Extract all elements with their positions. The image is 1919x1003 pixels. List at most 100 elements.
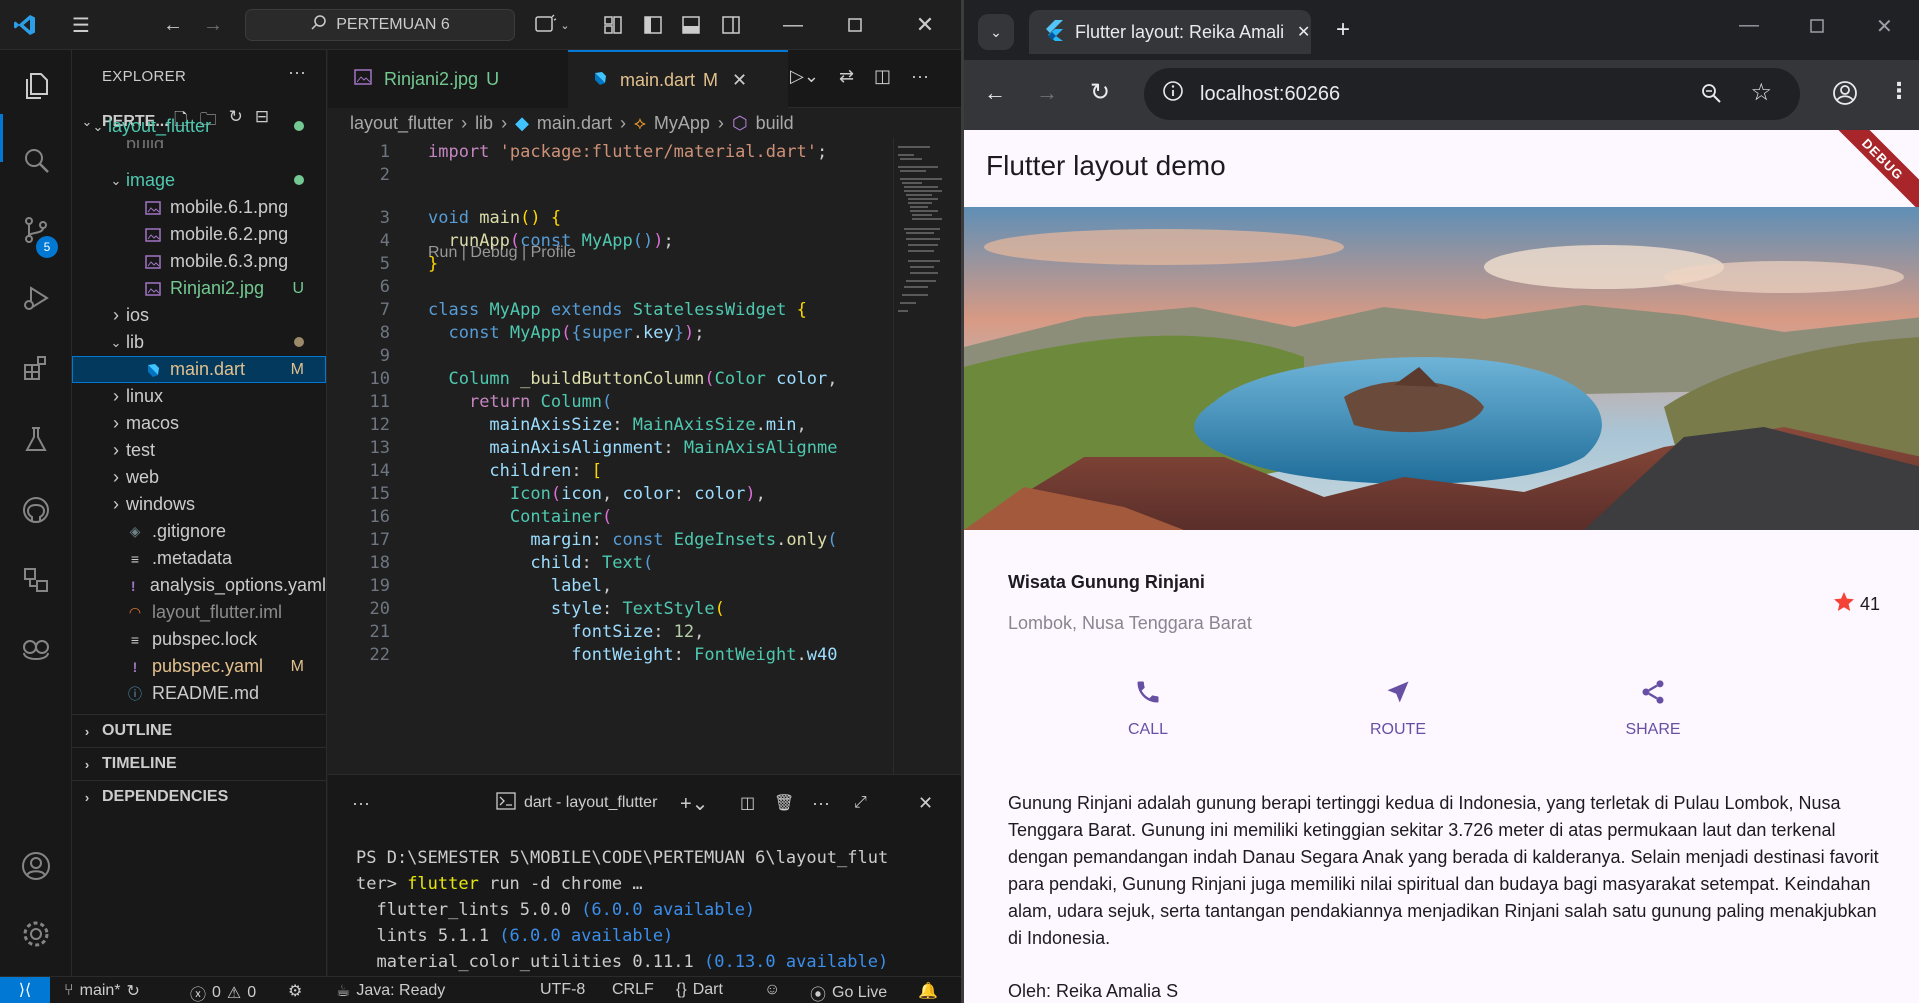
close-panel-icon[interactable]: ✕ [918, 793, 933, 814]
explorer-icon[interactable] [18, 68, 54, 104]
breadcrumb-item[interactable]: lib [475, 113, 493, 134]
tree-item[interactable]: › windows [72, 491, 326, 518]
run-debug-icon[interactable] [18, 280, 54, 316]
minimize-icon[interactable]: — [780, 12, 806, 38]
split-terminal-icon[interactable]: ◫ [740, 793, 755, 813]
chrome-menu-icon[interactable]: ⋮ [1888, 78, 1910, 104]
remote-explorer-icon[interactable] [18, 562, 54, 598]
code-editor[interactable]: Run | Debug | Profile 1 import 'package:f… [328, 138, 888, 774]
settings-gear-icon[interactable] [18, 916, 54, 952]
problems-indicator[interactable]: ⓧ 0 ⚠ 0 [190, 981, 256, 1003]
tree-item[interactable]: ◈ .gitignore [72, 518, 326, 545]
tree-item[interactable]: ◠ layout_flutter.iml [72, 599, 326, 626]
branch-indicator[interactable]: ⑂ main* ↻ [64, 981, 140, 1001]
route-button[interactable]: ROUTE [1338, 678, 1458, 739]
breadcrumb-item[interactable]: MyApp [654, 113, 710, 134]
tree-item[interactable]: ⌄ layout_flutter [72, 113, 326, 140]
testing-icon[interactable] [18, 422, 54, 458]
command-center-search[interactable]: PERTEMUAN 6 [245, 9, 515, 41]
zoom-icon[interactable] [1700, 82, 1722, 110]
toggle-secondary-sidebar-icon[interactable] [718, 12, 744, 38]
maximize-icon[interactable] [842, 12, 868, 38]
split-editor-icon[interactable]: ◫ [874, 66, 891, 87]
tree-item[interactable]: ⌄ lib [72, 329, 326, 356]
minimap[interactable] [893, 138, 953, 774]
notifications-bell-icon[interactable]: 🔔 [918, 981, 938, 1001]
section-outline[interactable]: › OUTLINE [72, 714, 326, 747]
trash-icon[interactable]: 🗑 [774, 793, 794, 813]
terminal-output[interactable]: PS D:\SEMESTER 5\MOBILE\CODE\PERTEMUAN 6… [356, 845, 936, 975]
tree-item[interactable]: mobile.6.1.png [72, 194, 326, 221]
new-tab-icon[interactable]: + [1336, 16, 1350, 44]
tree-item[interactable]: › linux [72, 383, 326, 410]
profile-icon[interactable] [1832, 80, 1858, 111]
maximize-icon[interactable] [1809, 18, 1825, 39]
tree-item[interactable]: Rinjani2.jpg U [72, 275, 326, 302]
back-arrow-icon[interactable]: ← [984, 80, 1006, 106]
tab-main-dart[interactable]: main.dart M ✕ [568, 50, 788, 108]
run-icon[interactable]: ▷⌄ [790, 66, 819, 87]
tree-item[interactable]: mobile.6.2.png [72, 221, 326, 248]
tree-item[interactable]: main.dart M [72, 356, 326, 383]
tab-rinjani[interactable]: Rinjani2.jpg U [328, 50, 568, 108]
close-icon[interactable]: ✕ [1876, 14, 1893, 39]
more-actions-icon[interactable]: ··· [288, 62, 306, 83]
tree-item[interactable]: ⌄ image [72, 167, 326, 194]
tree-item[interactable]: ≡ pubspec.lock [72, 626, 326, 653]
back-arrow-icon[interactable]: ← [160, 12, 186, 38]
encoding-indicator[interactable]: UTF-8 [540, 981, 585, 999]
tree-item[interactable]: ⓘ README.md [72, 680, 326, 707]
account-icon[interactable] [18, 848, 54, 884]
tree-item[interactable]: ! analysis_options.yaml [72, 572, 326, 599]
address-bar[interactable]: localhost:60266 ☆ [1144, 68, 1800, 120]
terminal-tab[interactable]: dart - layout_flutter [496, 791, 657, 815]
more-actions-icon[interactable]: ··· [352, 793, 370, 814]
tree-item[interactable]: › ios [72, 302, 326, 329]
remote-indicator-icon[interactable]: ⟩⟨ [0, 976, 50, 1003]
breadcrumb-item[interactable]: build [756, 113, 794, 134]
minimize-icon[interactable]: — [1739, 14, 1759, 37]
toggle-sidebar-icon[interactable] [640, 12, 666, 38]
menu-icon[interactable]: ☰ [68, 12, 94, 38]
site-info-icon[interactable] [1162, 80, 1184, 108]
forward-arrow-icon[interactable]: → [200, 12, 226, 38]
copilot-icon[interactable]: ⌄ [532, 12, 572, 38]
search-icon[interactable] [18, 142, 54, 178]
go-live-button[interactable]: ⦿ Go Live [810, 981, 887, 1003]
copilot-chat-icon[interactable] [18, 632, 54, 668]
more-actions-icon[interactable]: ··· [911, 66, 929, 87]
tree-item[interactable]: › test [72, 437, 326, 464]
eol-indicator[interactable]: CRLF [612, 981, 654, 999]
section-dependencies[interactable]: › DEPENDENCIES [72, 780, 326, 813]
github-icon[interactable] [18, 492, 54, 528]
tab-close-icon[interactable]: ✕ [1297, 22, 1310, 42]
debug-icon[interactable]: ⚙ [288, 981, 302, 1001]
bookmark-star-icon[interactable]: ☆ [1750, 78, 1772, 107]
reload-icon[interactable]: ↻ [1090, 78, 1110, 107]
new-terminal-icon[interactable]: +⌄ [680, 791, 708, 816]
java-status[interactable]: ☕ Java: Ready [336, 981, 445, 1001]
browser-tab[interactable]: Flutter layout: Reika Amalia S - ... ✕ [1029, 10, 1311, 54]
tree-item[interactable]: ! pubspec.yaml M [72, 653, 326, 680]
tab-close-icon[interactable]: ✕ [732, 70, 747, 91]
forward-arrow-icon[interactable]: → [1036, 80, 1058, 106]
maximize-panel-icon[interactable]: ⤢ [854, 794, 867, 812]
more-actions-icon[interactable]: ··· [812, 793, 830, 814]
breadcrumb-item[interactable]: main.dart [537, 113, 612, 134]
tree-item[interactable]: › web [72, 464, 326, 491]
share-button[interactable]: SHARE [1593, 678, 1713, 739]
compare-changes-icon[interactable]: ⇄ [839, 66, 854, 87]
tree-item[interactable]: › macos [72, 410, 326, 437]
breadcrumb-item[interactable]: layout_flutter [350, 113, 453, 134]
close-icon[interactable]: ✕ [912, 12, 938, 38]
tree-item[interactable]: build [72, 140, 326, 148]
tree-item[interactable]: ≡ .metadata [72, 545, 326, 572]
copilot-status-icon[interactable]: ☺ [764, 981, 780, 999]
language-indicator[interactable]: {} Dart [676, 981, 723, 999]
section-timeline[interactable]: › TIMELINE [72, 747, 326, 780]
tab-search-icon[interactable]: ⌄ [978, 14, 1014, 50]
extensions-icon[interactable] [18, 350, 54, 386]
call-button[interactable]: CALL [1088, 678, 1208, 739]
toggle-panel-icon[interactable] [678, 12, 704, 38]
layout-customize-icon[interactable] [600, 12, 626, 38]
